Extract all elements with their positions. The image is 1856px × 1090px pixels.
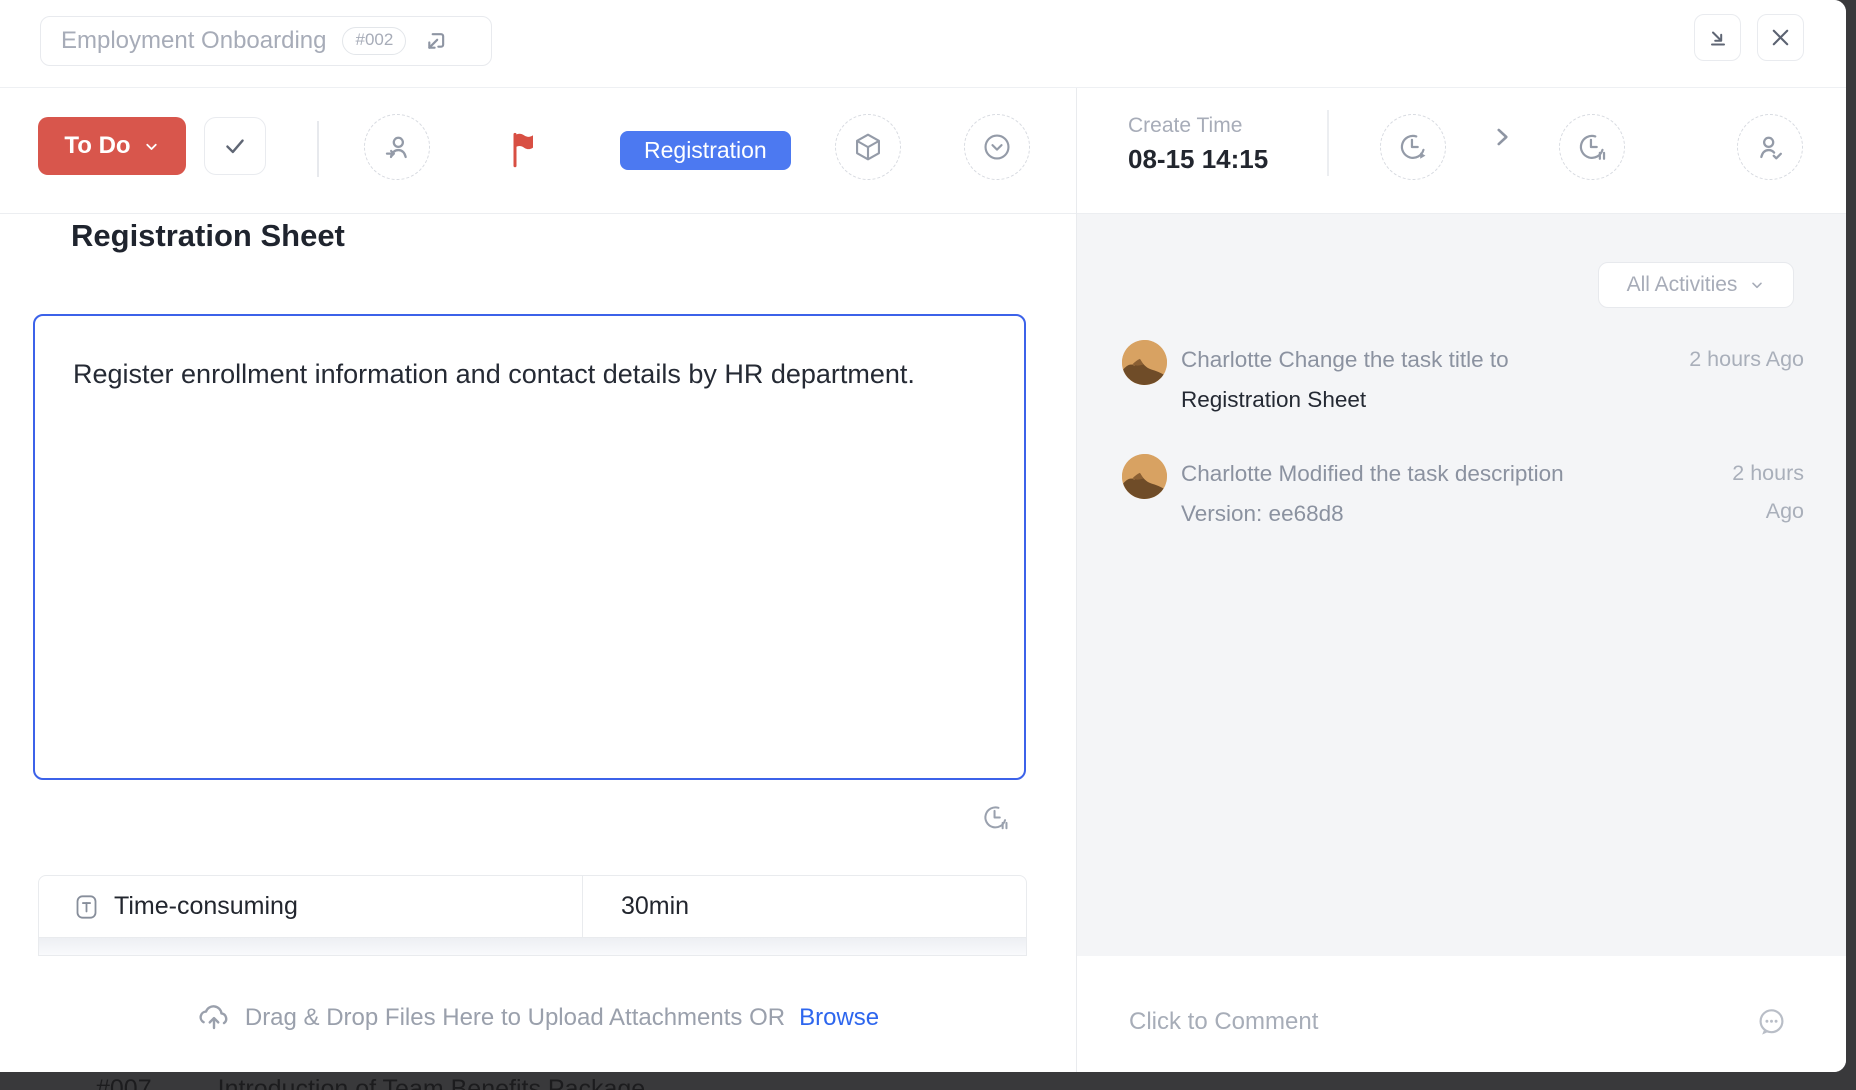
activity-panel: All Activities Charlotte Change the task…	[1077, 214, 1846, 956]
property-label-cell[interactable]: Time-consuming	[39, 876, 583, 937]
assignee-button[interactable]	[364, 114, 430, 180]
modal-header: Employment Onboarding #002	[0, 0, 1846, 88]
chevron-down-icon	[143, 138, 160, 155]
activity-message: Charlotte Change the task title to Regis…	[1181, 340, 1586, 420]
activity-message-dark: Registration Sheet	[1181, 387, 1366, 412]
table-row: Time-consuming 30min	[38, 875, 1027, 938]
create-time-label: Create Time	[1128, 114, 1242, 138]
end-time-button[interactable]	[1559, 114, 1625, 180]
toolbar-divider	[317, 121, 319, 177]
export-button[interactable]	[1694, 14, 1741, 61]
start-time-button[interactable]	[1380, 114, 1446, 180]
version-button[interactable]	[964, 114, 1030, 180]
toolbar-divider	[1327, 110, 1329, 176]
description-editor[interactable]: Register enrollment information and cont…	[33, 314, 1026, 780]
task-title[interactable]: Registration Sheet	[71, 218, 345, 254]
background-row-id: #007	[96, 1075, 152, 1090]
attachment-dropzone[interactable]: Drag & Drop Files Here to Upload Attachm…	[0, 956, 1076, 1072]
activity-message-gray: Charlotte Modified the task description …	[1181, 461, 1564, 526]
module-button[interactable]	[835, 114, 901, 180]
watcher-button[interactable]	[1737, 114, 1803, 180]
open-task-icon[interactable]	[422, 28, 449, 55]
time-tracking-icon[interactable]	[980, 802, 1011, 833]
description-text: Register enrollment information and cont…	[73, 350, 938, 399]
comment-placeholder: Click to Comment	[1129, 1008, 1318, 1036]
background-right-edge	[1846, 0, 1856, 1090]
activity-message-gray: Charlotte Change the task title to	[1181, 347, 1509, 372]
activity-filter-dropdown[interactable]: All Activities	[1598, 262, 1794, 308]
activity-timestamp: 2 hours Ago	[1600, 340, 1804, 420]
activity-message: Charlotte Modified the task description …	[1181, 454, 1586, 534]
tag-label: Registration	[644, 137, 767, 164]
property-label: Time-consuming	[114, 892, 298, 921]
task-main-panel: Registration Sheet Register enrollment i…	[0, 214, 1076, 956]
browse-link[interactable]: Browse	[799, 1004, 879, 1032]
background-page-row: #007 Introduction of Team Benefits Packa…	[0, 1072, 1856, 1090]
activity-item: Charlotte Change the task title to Regis…	[1122, 340, 1804, 420]
cube-icon	[852, 131, 884, 163]
panel-divider	[1076, 88, 1077, 1072]
screen: Employment Onboarding #002	[0, 0, 1856, 1090]
status-dropdown-button[interactable]: To Do	[38, 117, 186, 175]
chevron-down-icon	[1749, 277, 1765, 293]
assign-user-icon	[381, 131, 413, 163]
priority-flag-button[interactable]	[506, 130, 542, 170]
task-detail-modal: Employment Onboarding #002	[0, 0, 1846, 1072]
create-time-value: 08-15 14:15	[1128, 144, 1268, 175]
activity-filter-label: All Activities	[1627, 273, 1738, 297]
clock-pause-icon	[1575, 130, 1609, 164]
avatar	[1122, 340, 1167, 385]
clock-start-icon	[1396, 130, 1430, 164]
status-label: To Do	[64, 132, 130, 160]
task-toolbar: To Do	[0, 88, 1846, 214]
activity-timestamp: 2 hours Ago	[1600, 454, 1804, 534]
comment-bubble-icon[interactable]	[1755, 1006, 1788, 1039]
text-field-icon	[73, 892, 100, 922]
activity-item: Charlotte Modified the task description …	[1122, 454, 1804, 534]
task-tag[interactable]: Registration	[620, 131, 791, 170]
close-icon	[1769, 26, 1792, 49]
close-button[interactable]	[1757, 14, 1804, 61]
user-check-icon	[1754, 131, 1786, 163]
circle-chevron-down-icon	[981, 131, 1013, 163]
property-value-cell[interactable]: 30min	[583, 876, 1026, 937]
avatar	[1122, 454, 1167, 499]
export-icon	[1706, 26, 1730, 50]
chevron-right-icon	[1489, 124, 1515, 150]
task-id-badge: #002	[342, 27, 406, 54]
upload-hint-text: Drag & Drop Files Here to Upload Attachm…	[245, 1004, 785, 1032]
breadcrumb[interactable]: Employment Onboarding #002	[40, 16, 492, 66]
complete-task-button[interactable]	[204, 117, 266, 175]
table-row-partial	[38, 938, 1027, 956]
breadcrumb-title: Employment Onboarding	[61, 27, 326, 55]
property-value: 30min	[621, 892, 689, 921]
cloud-upload-icon	[197, 1002, 231, 1034]
check-icon	[222, 133, 248, 159]
comment-bar[interactable]: Click to Comment	[1077, 956, 1846, 1072]
priority-flag-icon	[506, 130, 542, 170]
properties-table: Time-consuming 30min	[38, 875, 1027, 956]
background-row-title: Introduction of Team Benefits Package	[218, 1075, 646, 1090]
